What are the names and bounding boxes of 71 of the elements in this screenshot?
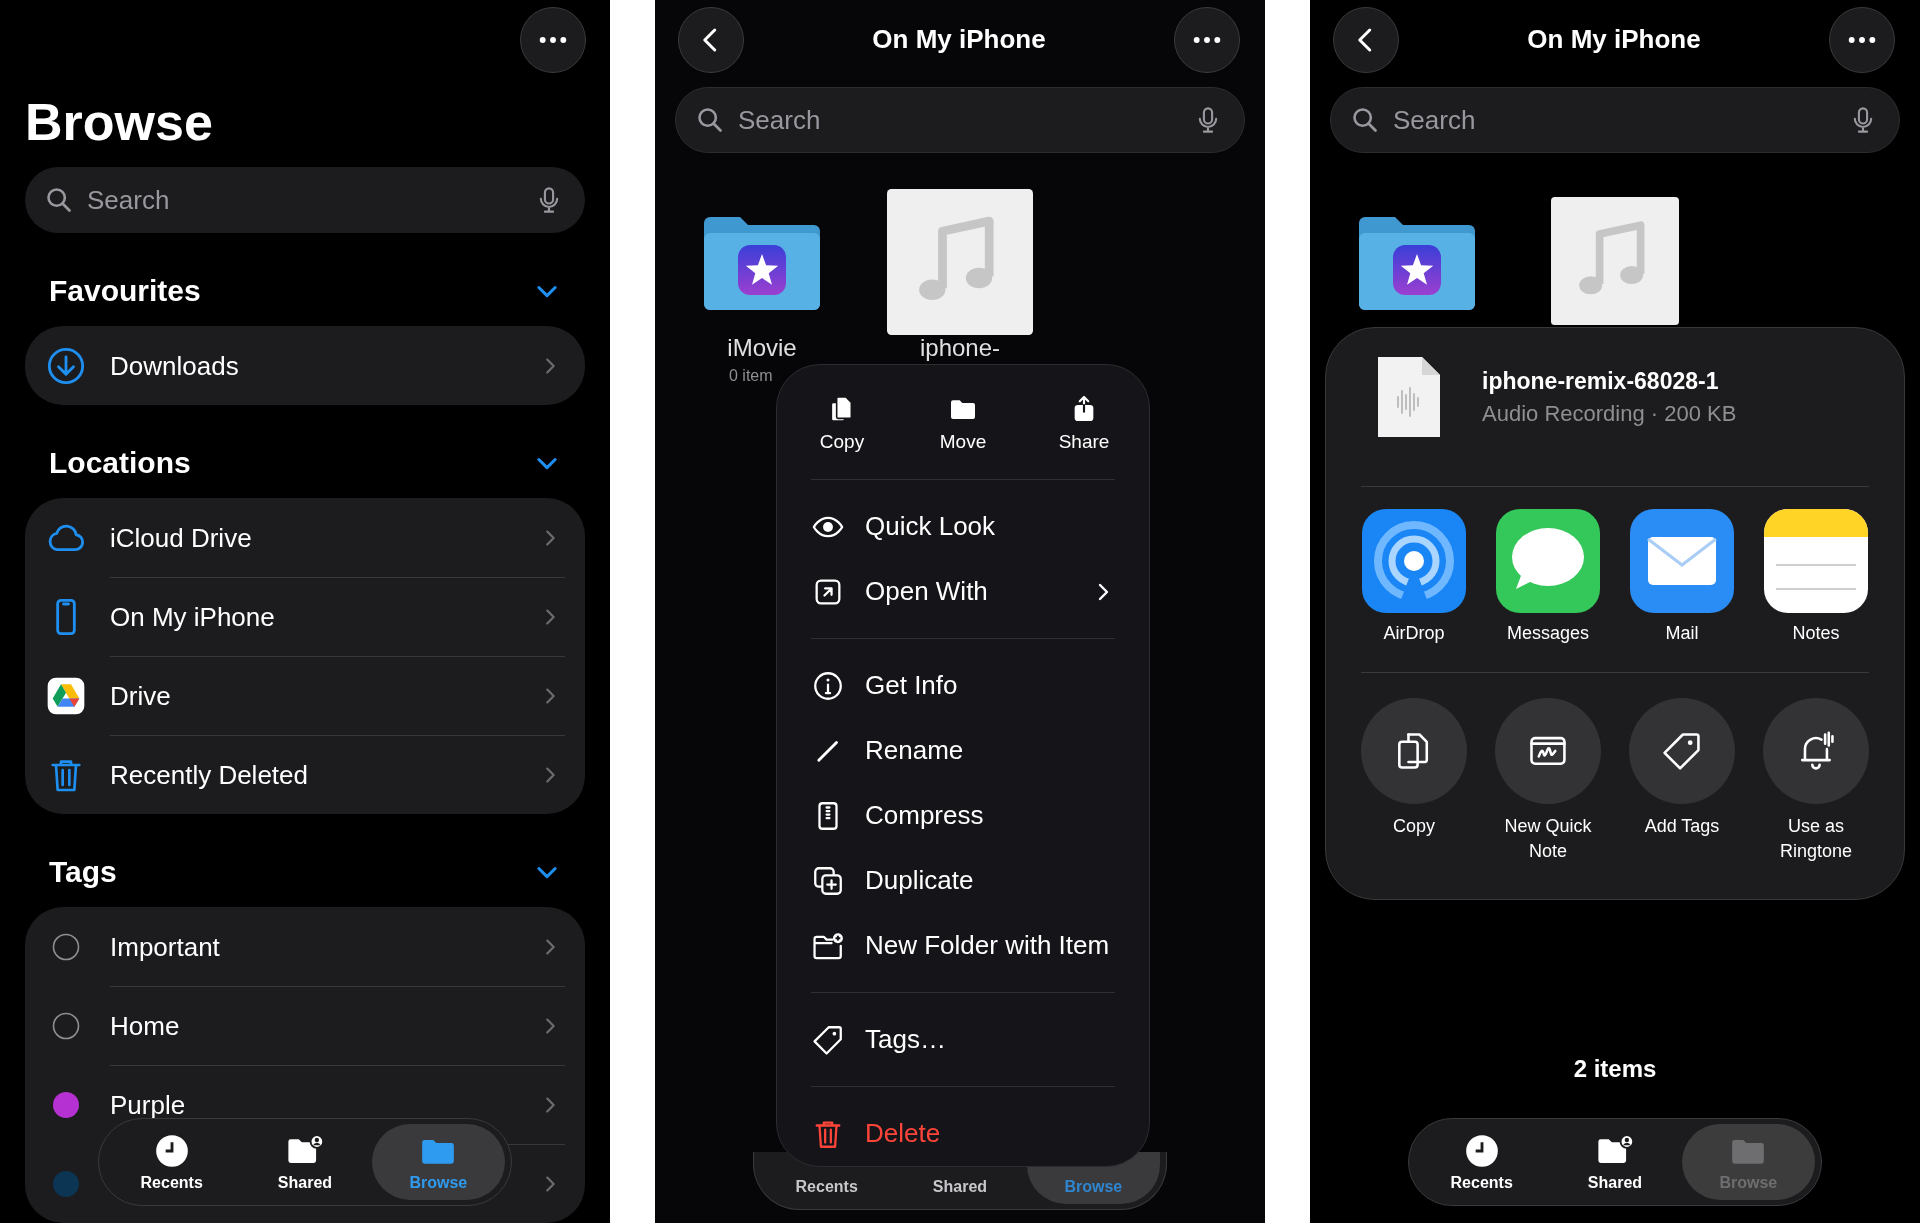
quick-action-button[interactable]: Share bbox=[1029, 393, 1139, 453]
menu-item[interactable]: Compress bbox=[777, 783, 1149, 848]
list-item-label[interactable]: Drive bbox=[110, 682, 171, 709]
list-item-label[interactable]: iCloud Drive bbox=[110, 524, 252, 551]
app-folder-icon bbox=[704, 215, 820, 310]
tab[interactable]: Shared bbox=[1548, 1124, 1682, 1200]
file-name: iphone- bbox=[919, 335, 1001, 361]
tag-icon bbox=[1629, 698, 1735, 804]
section-title: Tags bbox=[49, 855, 117, 889]
more-icon bbox=[1848, 35, 1876, 44]
envelope-icon bbox=[1630, 509, 1734, 613]
share-app-button[interactable]: Messages bbox=[1496, 509, 1600, 672]
search-input[interactable]: Search bbox=[87, 184, 521, 216]
file-name: iphone-remix-68028-1 bbox=[1482, 367, 1720, 395]
search-icon bbox=[696, 106, 724, 134]
item-count: 2 items bbox=[1573, 1055, 1657, 1083]
section-title: Locations bbox=[49, 446, 191, 480]
quick-action-button[interactable]: Copy bbox=[787, 393, 897, 453]
more-icon bbox=[1193, 35, 1221, 44]
app-folder-icon bbox=[1359, 215, 1475, 310]
file-info: Audio Recording · 200 KB bbox=[1482, 400, 1737, 427]
list-item-label[interactable]: On My iPhone bbox=[110, 603, 275, 630]
download-icon bbox=[46, 345, 86, 386]
search-icon bbox=[45, 186, 73, 214]
share-action-button[interactable]: Add Tags bbox=[1630, 698, 1734, 864]
notes-icon bbox=[1764, 509, 1868, 613]
tab[interactable]: Shared bbox=[238, 1124, 372, 1200]
circle-icon bbox=[52, 932, 80, 961]
menu-item[interactable]: Quick Look bbox=[777, 494, 1149, 559]
list-item-label[interactable]: Purple bbox=[110, 1091, 186, 1118]
note-icon bbox=[1495, 698, 1601, 804]
list-item-label[interactable]: Important bbox=[110, 933, 220, 960]
audio-file-icon bbox=[1376, 355, 1442, 439]
circle-icon bbox=[52, 1011, 80, 1040]
file-name: iMovie bbox=[727, 335, 797, 361]
search-input[interactable]: Search bbox=[1393, 104, 1835, 136]
messages-icon bbox=[1496, 509, 1600, 613]
share-action-button[interactable]: New Quick Note bbox=[1496, 698, 1600, 864]
airdrop-icon bbox=[1362, 509, 1466, 613]
drive-icon bbox=[46, 675, 86, 716]
share-app-button[interactable]: Mail bbox=[1630, 509, 1734, 672]
list-item-label[interactable]: Recently Deleted bbox=[110, 761, 308, 788]
share-app-button[interactable]: Notes bbox=[1764, 509, 1868, 672]
screen-title: On My iPhone bbox=[1527, 24, 1701, 55]
search-input[interactable]: Search bbox=[738, 104, 1180, 136]
screen-title: On My iPhone bbox=[872, 24, 1046, 55]
more-icon bbox=[539, 35, 567, 44]
tab[interactable]: Recents bbox=[1415, 1124, 1549, 1200]
menu-item[interactable]: Get Info bbox=[777, 653, 1149, 718]
list-item-label[interactable]: Downloads bbox=[110, 352, 239, 379]
search-icon bbox=[1351, 106, 1379, 134]
menu-item[interactable]: Duplicate bbox=[777, 848, 1149, 913]
list-item-label[interactable]: Home bbox=[110, 1012, 180, 1039]
search-field[interactable]: Search bbox=[25, 167, 585, 233]
copy-icon bbox=[1361, 698, 1467, 804]
tab[interactable]: Browse bbox=[371, 1124, 505, 1200]
menu-item[interactable]: New Folder with Item bbox=[777, 913, 1149, 978]
menu-item[interactable]: Open With bbox=[777, 559, 1149, 624]
search-field[interactable]: Search bbox=[675, 87, 1245, 153]
item-count: 0 item bbox=[729, 366, 773, 386]
share-app-button[interactable]: AirDrop bbox=[1362, 509, 1466, 672]
section-title: Favourites bbox=[49, 274, 201, 308]
share-action-button[interactable]: Use as Ringtone bbox=[1764, 698, 1868, 864]
share-action-button[interactable]: Copy bbox=[1362, 698, 1466, 864]
menu-item[interactable]: Tags… bbox=[777, 1007, 1149, 1072]
search-field[interactable]: Search bbox=[1330, 87, 1900, 153]
tab[interactable]: Recents bbox=[105, 1124, 239, 1200]
quick-action-button[interactable]: Move bbox=[908, 393, 1018, 453]
bell-icon bbox=[1763, 698, 1869, 804]
menu-item[interactable]: Rename bbox=[777, 718, 1149, 783]
page-title: Browse bbox=[25, 92, 213, 152]
